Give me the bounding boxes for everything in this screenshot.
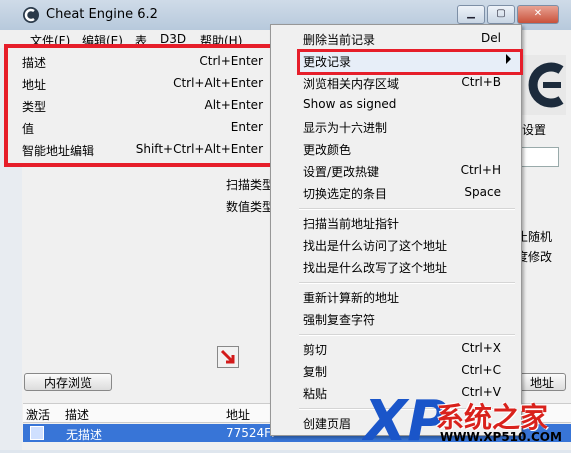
maximize-button[interactable]: ▢	[487, 5, 515, 24]
submenu-arrow-icon	[506, 54, 511, 64]
red-arrow-icon	[220, 349, 235, 364]
header-description[interactable]: 描述	[65, 406, 89, 423]
cheat-engine-big-logo-icon	[528, 62, 564, 108]
cheat-engine-logo-icon	[23, 7, 39, 23]
menu-item-browse-memory[interactable]: 浏览相关内存区域 Ctrl+B	[271, 71, 521, 93]
value-input[interactable]	[520, 147, 559, 167]
close-button[interactable]: ✕	[517, 5, 559, 24]
change-record-submenu: 描述 Ctrl+Enter 地址 Ctrl+Alt+Enter 类型 Alt+E…	[4, 44, 277, 167]
settings-link[interactable]: 设置	[522, 121, 546, 138]
submenu-item-address[interactable]: 地址 Ctrl+Alt+Enter	[8, 72, 273, 94]
submenu-item-smart-edit[interactable]: 智能地址编辑 Shift+Ctrl+Alt+Enter	[8, 138, 273, 160]
header-active[interactable]: 激活	[26, 406, 50, 423]
ce-logo-panel	[520, 55, 566, 115]
menu-item-cut[interactable]: 剪切 Ctrl+X	[271, 337, 521, 359]
menu-separator	[299, 208, 515, 210]
menu-item-show-hex[interactable]: 显示为十六进制	[271, 115, 521, 137]
value-type-label: 数值类型	[226, 200, 275, 214]
scan-type-label: 扫描类型	[226, 178, 275, 192]
active-checkbox[interactable]	[30, 426, 44, 440]
watermark-url: WWW.XP510.COM	[440, 430, 562, 444]
menu-item-force-recheck[interactable]: 强制复查字符	[271, 307, 521, 329]
submenu-item-description[interactable]: 描述 Ctrl+Enter	[8, 50, 273, 72]
menu-item-pointer-scan[interactable]: 扫描当前地址指针	[271, 211, 521, 233]
add-to-list-button[interactable]	[217, 346, 239, 368]
menu-item-recalculate-address[interactable]: 重新计算新的地址	[271, 285, 521, 307]
row-description: 无描述	[66, 428, 103, 442]
header-address[interactable]: 地址	[226, 406, 250, 423]
submenu-item-value[interactable]: 值 Enter	[8, 116, 273, 138]
menu-item-change-record[interactable]: 更改记录	[271, 49, 521, 71]
menu-separator	[299, 282, 515, 284]
menu-item-change-color[interactable]: 更改颜色	[271, 137, 521, 159]
menu-item-set-hotkey[interactable]: 设置/更改热键 Ctrl+H	[271, 159, 521, 181]
minimize-button[interactable]: ▁	[457, 5, 485, 24]
menu-item-show-signed[interactable]: Show as signed	[271, 93, 521, 115]
watermark: XP 系统之家 WWW.XP510.COM	[361, 388, 571, 453]
menu-item-find-write[interactable]: 找出是什么改写了这个地址	[271, 255, 521, 277]
context-menu: 删除当前记录 Del 更改记录 浏览相关内存区域 Ctrl+B Show as …	[270, 24, 523, 436]
window-title: Cheat Engine 6.2	[46, 7, 158, 22]
menu-item-toggle-selected[interactable]: 切换选定的条目 Space	[271, 181, 521, 203]
memory-view-button[interactable]: 内存浏览	[24, 373, 112, 391]
menu-item-copy[interactable]: 复制 Ctrl+C	[271, 359, 521, 381]
menu-separator	[299, 334, 515, 336]
menu-item-find-access[interactable]: 找出是什么访问了这个地址	[271, 233, 521, 255]
menu-item-delete-record[interactable]: 删除当前记录 Del	[271, 27, 521, 49]
submenu-item-type[interactable]: 类型 Alt+Enter	[8, 94, 273, 116]
